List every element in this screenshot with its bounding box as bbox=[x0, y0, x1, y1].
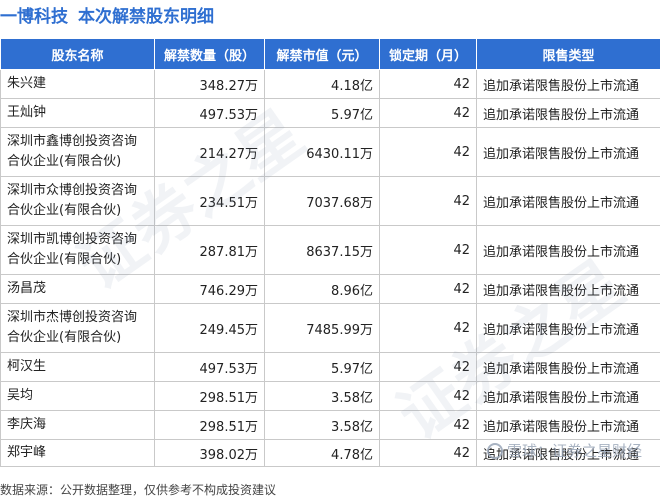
cell-name: 深圳市凯博创投资咨询合伙企业(有限合伙) bbox=[0, 225, 155, 275]
cell-lock: 42 bbox=[379, 225, 477, 275]
cell-qty: 249.45万 bbox=[154, 303, 265, 353]
table-row: 深圳市凯博创投资咨询合伙企业(有限合伙) 287.81万 8637.15万 42… bbox=[0, 225, 660, 275]
cell-value: 8637.15万 bbox=[264, 225, 380, 275]
cell-name: 柯汉生 bbox=[0, 352, 155, 382]
col-header-type: 限售类型 bbox=[476, 38, 660, 70]
col-header-qty: 解禁数量（股） bbox=[154, 38, 265, 70]
page-title: 一博科技 本次解禁股东明细 bbox=[0, 2, 214, 27]
cell-type: 追加承诺限售股份上市流通 bbox=[476, 352, 660, 382]
cell-name: 深圳市众博创投资咨询合伙企业(有限合伙) bbox=[0, 176, 155, 226]
table-row: 吴均 298.51万 3.58亿 42 追加承诺限售股份上市流通 bbox=[0, 381, 660, 411]
table-row: 柯汉生 497.53万 5.97亿 42 追加承诺限售股份上市流通 bbox=[0, 352, 660, 382]
cell-value: 3.58亿 bbox=[264, 381, 380, 411]
table-header-row: 股东名称 解禁数量（股） 解禁市值（元） 锁定期（月） 限售类型 bbox=[0, 38, 660, 70]
cell-qty: 298.51万 bbox=[154, 410, 265, 440]
cell-type: 追加承诺限售股份上市流通 bbox=[476, 127, 660, 177]
cell-name: 郑宇峰 bbox=[0, 439, 155, 467]
cell-lock: 42 bbox=[379, 127, 477, 177]
cell-qty: 497.53万 bbox=[154, 352, 265, 382]
table-row: 王灿钟 497.53万 5.97亿 42 追加承诺限售股份上市流通 bbox=[0, 98, 660, 128]
watermark-logo-text: 雪球：证券之星财经 bbox=[506, 442, 642, 460]
cell-qty: 214.27万 bbox=[154, 127, 265, 177]
unlock-shareholder-table: 股东名称 解禁数量（股） 解禁市值（元） 锁定期（月） 限售类型 朱兴建 348… bbox=[0, 38, 660, 467]
cell-type: 追加承诺限售股份上市流通 bbox=[476, 381, 660, 411]
cell-lock: 42 bbox=[379, 352, 477, 382]
cell-type: 追加承诺限售股份上市流通 bbox=[476, 303, 660, 353]
col-header-value: 解禁市值（元） bbox=[264, 38, 380, 70]
cell-type: 追加承诺限售股份上市流通 bbox=[476, 98, 660, 128]
cell-type: 追加承诺限售股份上市流通 bbox=[476, 274, 660, 304]
table-row: 深圳市杰博创投资咨询合伙企业(有限合伙) 249.45万 7485.99万 42… bbox=[0, 303, 660, 353]
cell-type: 追加承诺限售股份上市流通 bbox=[476, 410, 660, 440]
col-header-name: 股东名称 bbox=[0, 38, 155, 70]
table-row: 深圳市鑫博创投资咨询合伙企业(有限合伙) 214.27万 6430.11万 42… bbox=[0, 127, 660, 177]
cell-value: 4.78亿 bbox=[264, 439, 380, 467]
cell-value: 3.58亿 bbox=[264, 410, 380, 440]
cell-lock: 42 bbox=[379, 303, 477, 353]
cell-name: 深圳市鑫博创投资咨询合伙企业(有限合伙) bbox=[0, 127, 155, 177]
snowball-icon bbox=[486, 443, 503, 459]
company-name: 一博科技 bbox=[0, 7, 68, 27]
cell-lock: 42 bbox=[379, 98, 477, 128]
cell-lock: 42 bbox=[379, 274, 477, 304]
cell-qty: 348.27万 bbox=[154, 69, 265, 99]
cell-value: 8.96亿 bbox=[264, 274, 380, 304]
cell-value: 7037.68万 bbox=[264, 176, 380, 226]
cell-name: 吴均 bbox=[0, 381, 155, 411]
table-row: 李庆海 298.51万 3.58亿 42 追加承诺限售股份上市流通 bbox=[0, 410, 660, 440]
cell-lock: 42 bbox=[379, 410, 477, 440]
cell-qty: 287.81万 bbox=[154, 225, 265, 275]
cell-value: 5.97亿 bbox=[264, 352, 380, 382]
watermark-logo: 雪球：证券之星财经 bbox=[486, 440, 642, 461]
cell-name: 深圳市杰博创投资咨询合伙企业(有限合伙) bbox=[0, 303, 155, 353]
cell-value: 6430.11万 bbox=[264, 127, 380, 177]
cell-qty: 298.51万 bbox=[154, 381, 265, 411]
cell-type: 追加承诺限售股份上市流通 bbox=[476, 176, 660, 226]
cell-lock: 42 bbox=[379, 381, 477, 411]
cell-lock: 42 bbox=[379, 439, 477, 467]
cell-type: 追加承诺限售股份上市流通 bbox=[476, 225, 660, 275]
cell-qty: 497.53万 bbox=[154, 98, 265, 128]
table-row: 汤昌茂 746.29万 8.96亿 42 追加承诺限售股份上市流通 bbox=[0, 274, 660, 304]
cell-lock: 42 bbox=[379, 69, 477, 99]
cell-value: 7485.99万 bbox=[264, 303, 380, 353]
cell-name: 李庆海 bbox=[0, 410, 155, 440]
cell-name: 朱兴建 bbox=[0, 69, 155, 99]
table-subtitle: 本次解禁股东明细 bbox=[78, 7, 214, 27]
cell-qty: 746.29万 bbox=[154, 274, 265, 304]
data-source-note: 数据来源：公开数据整理，仅供参考不构成投资建议 bbox=[0, 483, 277, 497]
cell-qty: 234.51万 bbox=[154, 176, 265, 226]
cell-name: 王灿钟 bbox=[0, 98, 155, 128]
cell-value: 4.18亿 bbox=[264, 69, 380, 99]
col-header-lock: 锁定期（月） bbox=[379, 38, 477, 70]
cell-name: 汤昌茂 bbox=[0, 274, 155, 304]
cell-type: 追加承诺限售股份上市流通 bbox=[476, 69, 660, 99]
cell-value: 5.97亿 bbox=[264, 98, 380, 128]
table-row: 朱兴建 348.27万 4.18亿 42 追加承诺限售股份上市流通 bbox=[0, 69, 660, 99]
table-row: 深圳市众博创投资咨询合伙企业(有限合伙) 234.51万 7037.68万 42… bbox=[0, 176, 660, 226]
cell-lock: 42 bbox=[379, 176, 477, 226]
cell-qty: 398.02万 bbox=[154, 439, 265, 467]
